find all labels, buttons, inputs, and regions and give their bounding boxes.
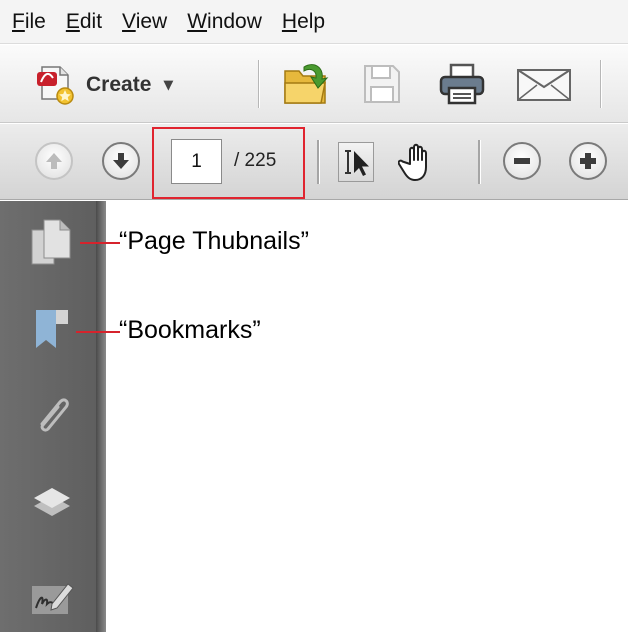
page-thumbnails-icon[interactable]: [28, 218, 76, 268]
menu-edit[interactable]: Edit: [66, 10, 102, 34]
printer-icon[interactable]: [438, 62, 486, 106]
bookmarks-icon[interactable]: [32, 306, 72, 354]
toolbar-separator: [600, 60, 601, 108]
menu-file-label: ile: [24, 9, 46, 33]
menu-file[interactable]: File: [12, 10, 46, 34]
create-pdf-icon: [37, 66, 74, 105]
menu-view-label: iew: [135, 9, 168, 33]
next-page-button[interactable]: [102, 142, 140, 180]
signatures-icon[interactable]: [28, 578, 76, 618]
previous-page-button[interactable]: [35, 142, 73, 180]
previous-page-icon: [46, 153, 62, 169]
zoom-in-button[interactable]: [569, 142, 607, 180]
open-folder-icon[interactable]: [282, 61, 330, 107]
create-label: Create: [86, 73, 152, 96]
page-thumbnails-callout-line: [80, 242, 120, 244]
menu-help-mnemonic: H: [281, 9, 298, 33]
hand-tool-icon[interactable]: [398, 142, 438, 184]
main-toolbar: Create ▼: [0, 45, 628, 123]
menu-edit-label: dit: [79, 9, 103, 33]
email-envelope-icon[interactable]: [516, 68, 572, 102]
select-tool-button[interactable]: [338, 142, 374, 182]
navigation-pane-border: [96, 201, 106, 632]
bookmarks-callout: “Bookmarks”: [119, 316, 261, 344]
page-number-highlight: [152, 127, 305, 199]
menu-help-label: elp: [297, 9, 326, 33]
next-page-icon: [113, 153, 129, 169]
toolbar-separator: [317, 140, 319, 184]
save-disk-icon[interactable]: [362, 63, 402, 105]
zoom-in-icon: [580, 153, 596, 169]
attachments-icon[interactable]: [32, 388, 72, 436]
menu-window[interactable]: Window: [187, 10, 262, 34]
menu-window-label: indow: [207, 9, 262, 33]
bookmarks-callout-line: [76, 331, 120, 333]
create-button[interactable]: Create ▼: [36, 63, 173, 107]
menu-view-mnemonic: V: [122, 9, 136, 33]
page-thumbnails-callout: “Page Thubnails”: [119, 227, 309, 255]
document-area[interactable]: [106, 201, 628, 632]
zoom-out-button[interactable]: [503, 142, 541, 180]
menu-bar: File Edit View Window Help: [0, 0, 628, 44]
menu-help[interactable]: Help: [282, 10, 325, 34]
chevron-down-icon[interactable]: ▼: [163, 78, 173, 93]
select-tool-icon: [345, 150, 369, 176]
layers-icon[interactable]: [30, 482, 74, 526]
menu-view[interactable]: View: [122, 10, 167, 34]
zoom-out-icon: [514, 158, 530, 164]
menu-file-mnemonic: F: [12, 9, 25, 33]
menu-window-mnemonic: W: [187, 9, 208, 33]
menu-edit-mnemonic: E: [65, 9, 80, 33]
toolbar-separator: [258, 60, 259, 108]
toolbar-separator: [478, 140, 480, 184]
